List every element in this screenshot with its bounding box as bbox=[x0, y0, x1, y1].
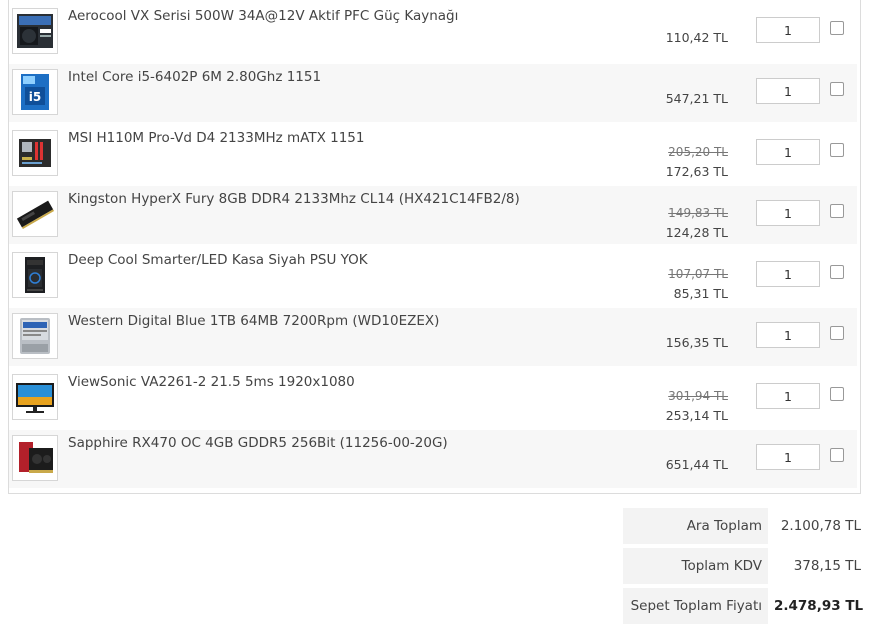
quantity-input[interactable] bbox=[756, 444, 820, 470]
power-supply-icon bbox=[17, 14, 53, 48]
product-price: 124,28 TL bbox=[665, 225, 728, 240]
subtotal-value: 2.100,78 TL bbox=[780, 518, 861, 534]
ram-icon bbox=[16, 200, 55, 230]
product-image[interactable]: i5 bbox=[12, 69, 58, 115]
product-image[interactable] bbox=[12, 252, 58, 298]
cart-item-row: Aerocool VX Serisi 500W 34A@12V Aktif PF… bbox=[9, 3, 857, 61]
product-price: 651,44 TL bbox=[665, 457, 728, 472]
product-name[interactable]: Deep Cool Smarter/LED Kasa Siyah PSU YOK bbox=[68, 252, 368, 268]
cart-item-row: ViewSonic VA2261-2 21.5 5ms 1920x1080 30… bbox=[9, 369, 857, 427]
quantity-input[interactable] bbox=[756, 383, 820, 409]
cart-item-row: MSI H110M Pro-Vd D4 2133MHz mATX 1151 20… bbox=[9, 125, 857, 183]
select-item-checkbox[interactable] bbox=[830, 326, 844, 340]
product-image[interactable] bbox=[12, 374, 58, 420]
product-price: 110,42 TL bbox=[665, 30, 728, 45]
product-name[interactable]: Kingston HyperX Fury 8GB DDR4 2133Mhz CL… bbox=[68, 191, 520, 207]
product-image[interactable] bbox=[12, 130, 58, 176]
product-image[interactable] bbox=[12, 435, 58, 481]
select-item-checkbox[interactable] bbox=[830, 82, 844, 96]
product-image[interactable] bbox=[12, 191, 58, 237]
subtotal-label: Ara Toplam bbox=[623, 508, 768, 544]
cpu-box-icon: i5 bbox=[21, 74, 49, 110]
quantity-input[interactable] bbox=[756, 78, 820, 104]
product-image[interactable] bbox=[12, 8, 58, 54]
product-price: 253,14 TL bbox=[665, 408, 728, 423]
cart-item-row: Western Digital Blue 1TB 64MB 7200Rpm (W… bbox=[9, 308, 857, 366]
vat-label: Toplam KDV bbox=[623, 548, 768, 584]
quantity-input[interactable] bbox=[756, 17, 820, 43]
select-item-checkbox[interactable] bbox=[830, 387, 844, 401]
hard-drive-icon bbox=[20, 318, 50, 354]
product-name[interactable]: MSI H110M Pro-Vd D4 2133MHz mATX 1151 bbox=[68, 130, 364, 146]
quantity-input[interactable] bbox=[756, 261, 820, 287]
select-item-checkbox[interactable] bbox=[830, 265, 844, 279]
motherboard-icon bbox=[19, 139, 51, 167]
product-image[interactable] bbox=[12, 313, 58, 359]
cart-item-row: Sapphire RX470 OC 4GB GDDR5 256Bit (1125… bbox=[9, 430, 857, 488]
quantity-input[interactable] bbox=[756, 139, 820, 165]
cart-item-row: Deep Cool Smarter/LED Kasa Siyah PSU YOK… bbox=[9, 247, 857, 305]
product-price: 156,35 TL bbox=[665, 335, 728, 350]
product-old-price: 107,07 TL bbox=[668, 267, 728, 281]
vat-value: 378,15 TL bbox=[793, 558, 861, 574]
product-name[interactable]: Sapphire RX470 OC 4GB GDDR5 256Bit (1125… bbox=[68, 435, 448, 451]
product-price: 85,31 TL bbox=[673, 286, 728, 301]
quantity-input[interactable] bbox=[756, 322, 820, 348]
product-name[interactable]: Intel Core i5-6402P 6M 2.80Ghz 1151 bbox=[68, 69, 321, 85]
product-old-price: 205,20 TL bbox=[668, 145, 728, 159]
select-item-checkbox[interactable] bbox=[830, 21, 844, 35]
cart-item-row: Kingston HyperX Fury 8GB DDR4 2133Mhz CL… bbox=[9, 186, 857, 244]
product-price: 547,21 TL bbox=[665, 91, 728, 106]
select-item-checkbox[interactable] bbox=[830, 448, 844, 462]
svg-text:i5: i5 bbox=[29, 90, 41, 104]
product-name[interactable]: Western Digital Blue 1TB 64MB 7200Rpm (W… bbox=[68, 313, 439, 329]
product-name[interactable]: ViewSonic VA2261-2 21.5 5ms 1920x1080 bbox=[68, 374, 355, 390]
product-name[interactable]: Aerocool VX Serisi 500W 34A@12V Aktif PF… bbox=[68, 8, 458, 24]
select-item-checkbox[interactable] bbox=[830, 204, 844, 218]
graphics-card-icon bbox=[19, 442, 53, 473]
product-old-price: 149,83 TL bbox=[668, 206, 728, 220]
product-price: 172,63 TL bbox=[665, 164, 728, 179]
select-item-checkbox[interactable] bbox=[830, 143, 844, 157]
product-old-price: 301,94 TL bbox=[668, 389, 728, 403]
cart-item-row: i5 Intel Core i5-6402P 6M 2.80Ghz 1151 5… bbox=[9, 64, 857, 122]
monitor-icon bbox=[16, 383, 54, 413]
pc-case-icon bbox=[25, 257, 45, 293]
quantity-input[interactable] bbox=[756, 200, 820, 226]
